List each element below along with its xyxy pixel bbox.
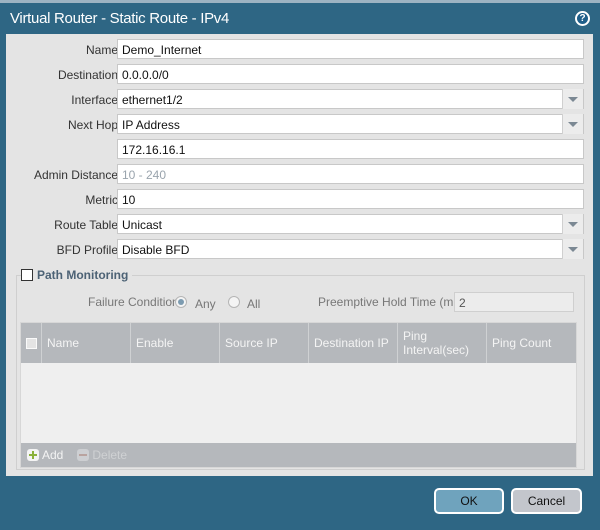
chevron-down-icon[interactable]	[562, 89, 583, 109]
hold-time-label: Preemptive Hold Time (min)	[318, 295, 467, 309]
interface-select[interactable]: ethernet1/2	[117, 89, 584, 109]
table-toolbar: Add Delete	[21, 443, 576, 467]
next-hop-value: IP Address	[122, 118, 180, 132]
cancel-button[interactable]: Cancel	[511, 488, 582, 514]
interface-label: Interface	[71, 93, 118, 107]
next-hop-row: Next Hop IP Address	[6, 114, 593, 136]
admin-distance-input[interactable]: 10 - 240	[117, 164, 584, 184]
dialog-titlebar: Virtual Router - Static Route - IPv4 ?	[0, 0, 600, 34]
metric-input[interactable]: 10	[117, 189, 584, 209]
name-input[interactable]: Demo_Internet	[117, 39, 584, 59]
destination-input[interactable]: 0.0.0.0/0	[117, 64, 584, 84]
failure-any-radio[interactable]	[175, 296, 187, 308]
next-hop-ip-row: 172.16.16.1	[6, 139, 593, 161]
help-icon[interactable]: ?	[575, 11, 590, 26]
chevron-down-icon[interactable]	[562, 114, 583, 134]
name-label: Name	[85, 43, 118, 57]
chevron-down-icon[interactable]	[562, 214, 583, 234]
delete-icon	[77, 449, 90, 461]
column-ping-count[interactable]: Ping Count	[487, 323, 576, 363]
next-hop-label: Next Hop	[67, 118, 118, 132]
destination-label: Destination	[57, 68, 118, 82]
bfd-profile-row: BFD Profile Disable BFD	[6, 239, 593, 261]
failure-condition-label: Failure Condition	[88, 295, 179, 309]
route-table-value: Unicast	[122, 218, 163, 232]
path-monitoring-label: Path Monitoring	[37, 268, 129, 282]
metric-label: Metric	[85, 193, 118, 207]
chevron-down-icon[interactable]	[562, 239, 583, 259]
metric-row: Metric 10	[6, 189, 593, 211]
add-label: Add	[42, 448, 64, 462]
destination-row: Destination 0.0.0.0/0	[6, 64, 593, 86]
table-header: Name Enable Source IP Destination IP Pin…	[21, 323, 576, 363]
bfd-profile-select[interactable]: Disable BFD	[117, 239, 584, 259]
column-source-ip[interactable]: Source IP	[220, 323, 309, 363]
failure-any-label: Any	[195, 297, 216, 311]
delete-label: Delete	[92, 448, 128, 462]
bfd-profile-label: BFD Profile	[56, 243, 118, 257]
select-all-checkbox[interactable]	[26, 337, 37, 349]
next-hop-ip-input[interactable]: 172.16.16.1	[117, 139, 584, 159]
failure-all-radio[interactable]	[228, 296, 240, 308]
admin-distance-row: Admin Distance 10 - 240	[6, 164, 593, 186]
interface-value: ethernet1/2	[122, 93, 183, 107]
column-enable[interactable]: Enable	[131, 323, 220, 363]
route-table-label: Route Table	[54, 218, 118, 232]
ok-button[interactable]: OK	[434, 488, 504, 514]
path-monitoring-header: Path Monitoring	[21, 268, 133, 282]
column-destination-ip[interactable]: Destination IP	[309, 323, 398, 363]
add-button[interactable]: Add	[27, 448, 63, 462]
select-all-cell	[21, 323, 42, 363]
next-hop-select[interactable]: IP Address	[117, 114, 584, 134]
failure-all-label: All	[247, 297, 261, 311]
path-monitor-table: Name Enable Source IP Destination IP Pin…	[20, 322, 577, 468]
admin-distance-label: Admin Distance	[33, 168, 118, 182]
column-name[interactable]: Name	[42, 323, 131, 363]
route-table-row: Route Table Unicast	[6, 214, 593, 236]
name-row: Name Demo_Internet	[6, 39, 593, 61]
dialog-title: Virtual Router - Static Route - IPv4	[10, 10, 230, 27]
bfd-profile-value: Disable BFD	[122, 243, 190, 257]
delete-button[interactable]: Delete	[77, 448, 127, 462]
route-table-select[interactable]: Unicast	[117, 214, 584, 234]
dialog-body: Name Demo_Internet Destination 0.0.0.0/0…	[6, 34, 593, 476]
column-ping-interval[interactable]: Ping Interval(sec)	[398, 323, 487, 363]
interface-row: Interface ethernet1/2	[6, 89, 593, 111]
hold-time-input[interactable]: 2	[454, 292, 574, 312]
path-monitoring-section: Path Monitoring Failure Condition Any Al…	[16, 268, 585, 470]
path-monitoring-checkbox[interactable]	[21, 269, 33, 281]
add-icon	[27, 449, 39, 461]
